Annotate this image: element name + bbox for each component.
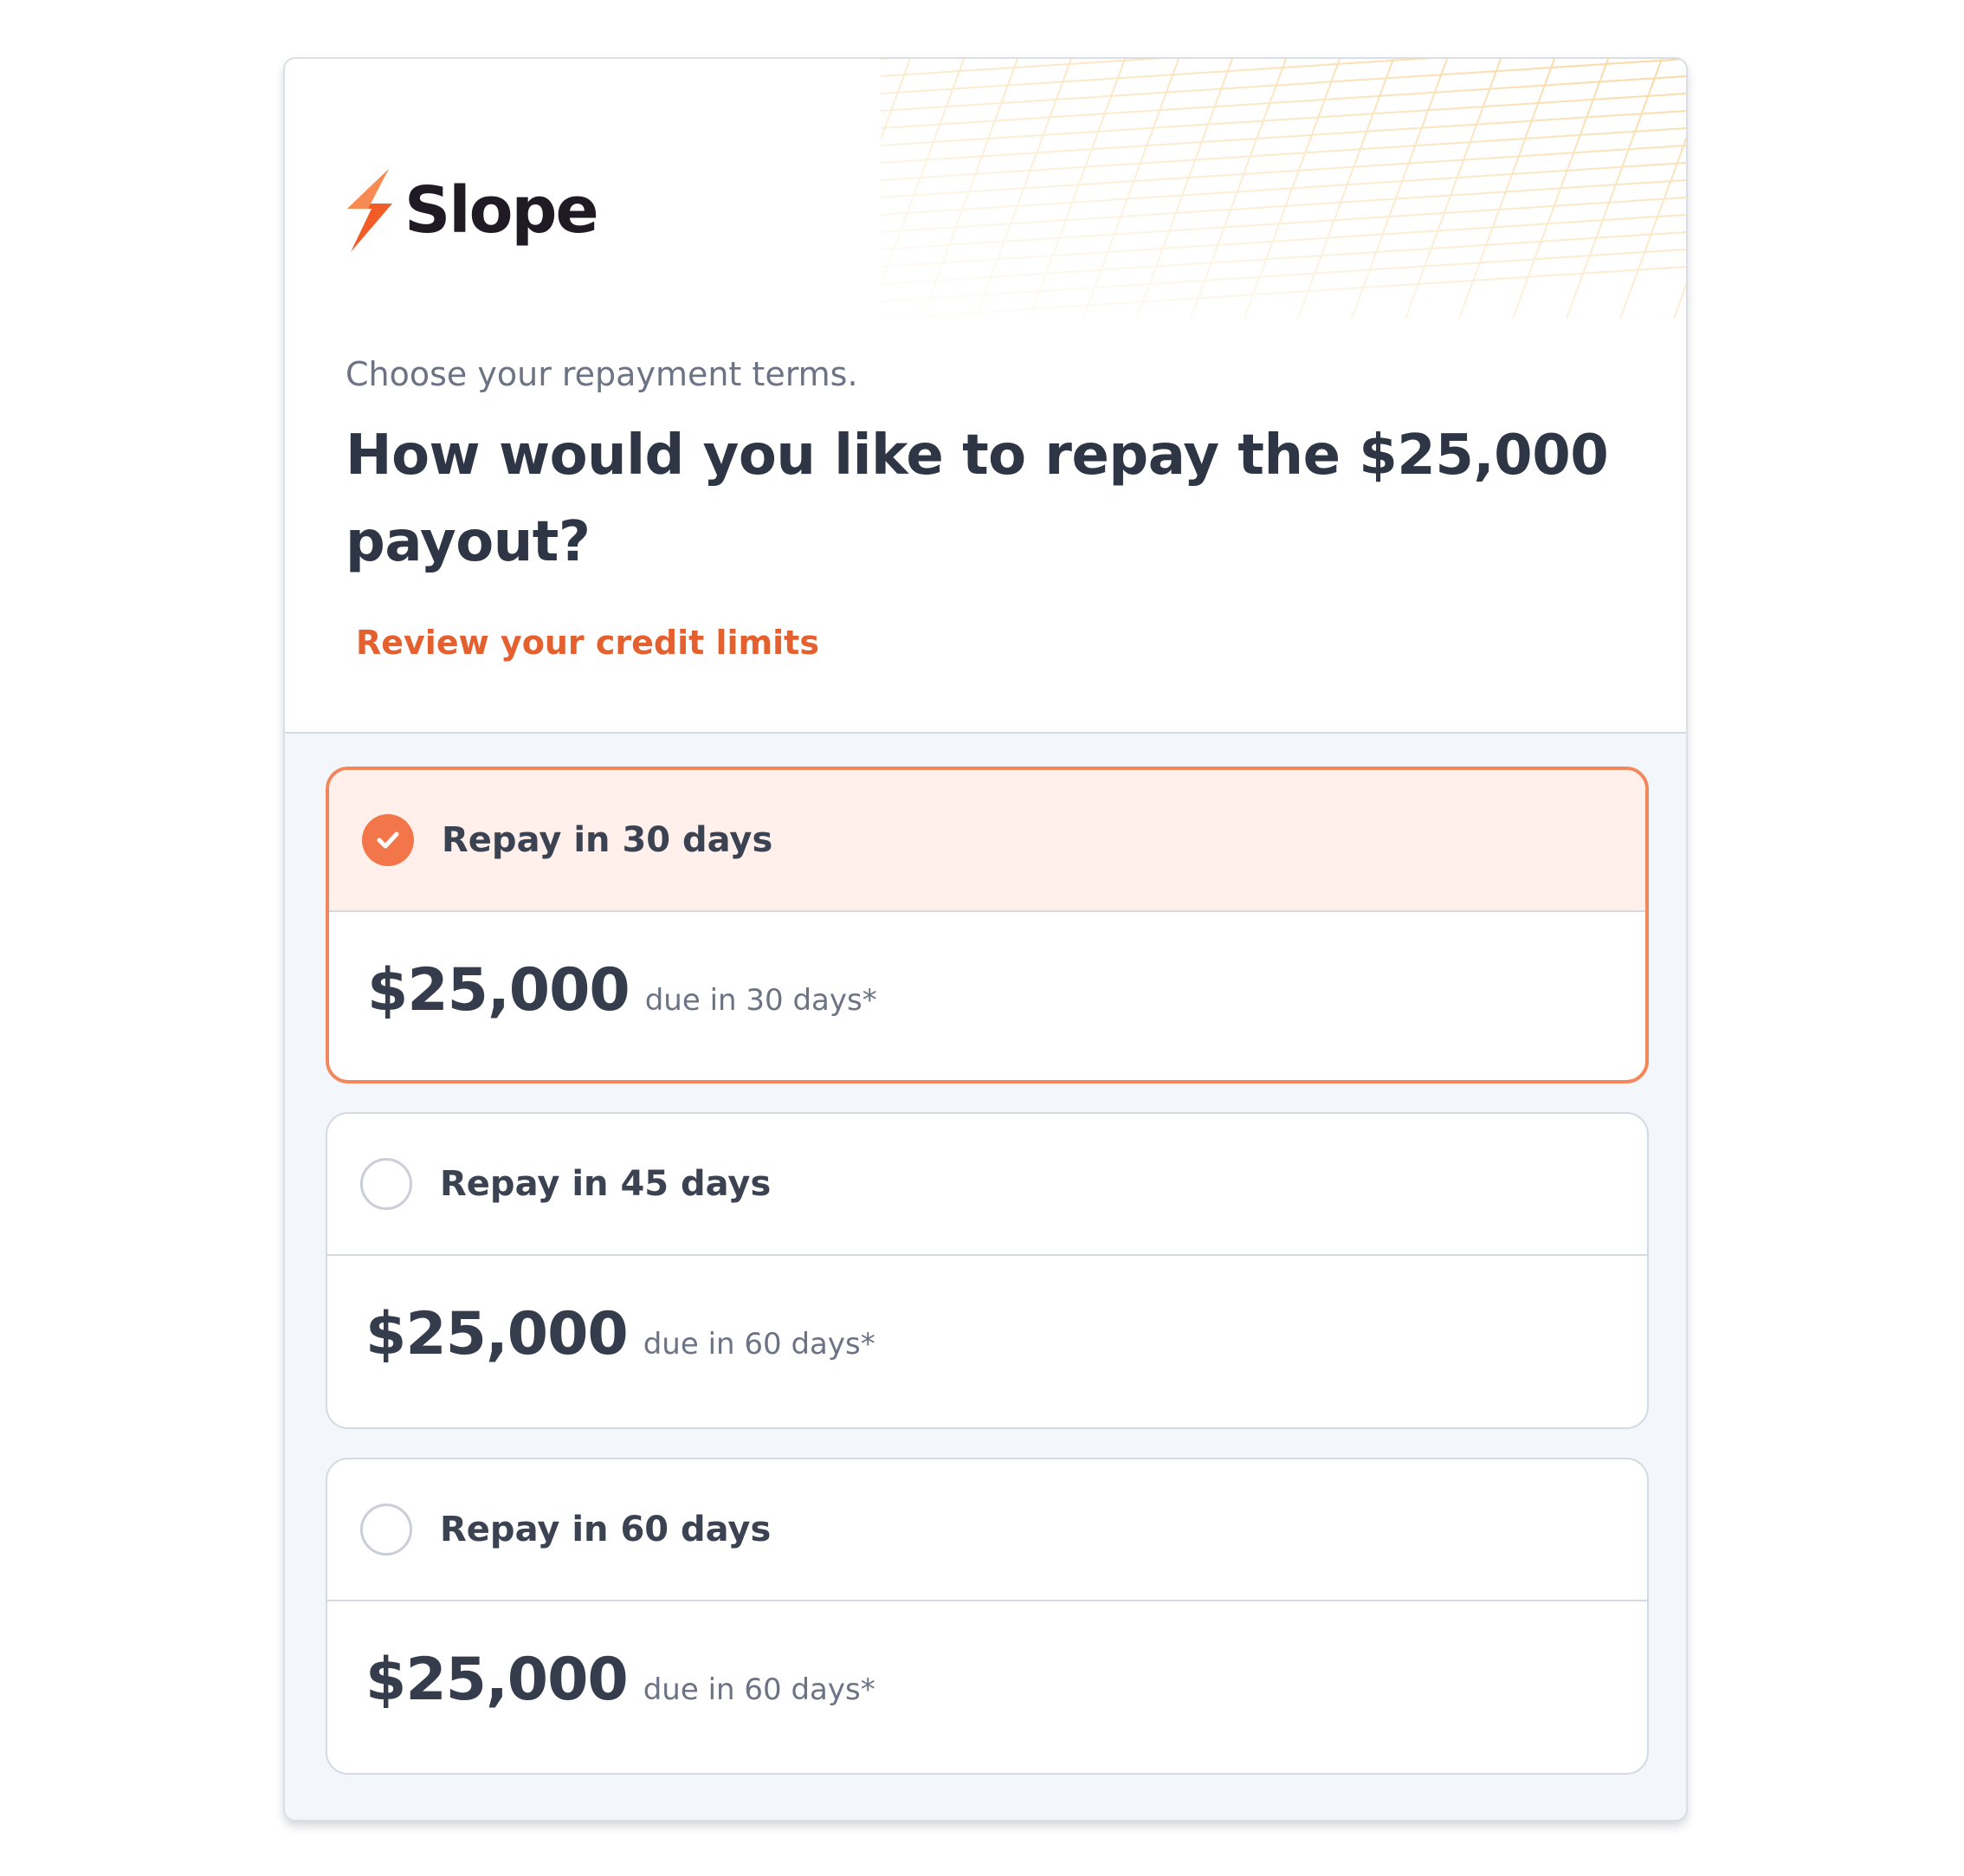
option-repay-60-days[interactable]: Repay in 60 days $25,000 due in 60 days* (326, 1458, 1649, 1775)
decorative-grid-pattern (881, 59, 1686, 319)
option-label: Repay in 30 days (442, 820, 773, 860)
option-details: $25,000 due in 60 days* (365, 1300, 875, 1368)
option-repay-45-days[interactable]: Repay in 45 days $25,000 due in 60 days* (326, 1112, 1649, 1429)
repayment-card: Slope Choose your repayment terms. How w… (283, 57, 1688, 1821)
option-repay-30-days[interactable]: Repay in 30 days $25,000 due in 30 days* (326, 767, 1649, 1084)
lightning-bolt-icon (347, 169, 392, 252)
slope-logo: Slope (346, 163, 599, 258)
option-header: Repay in 30 days (329, 770, 1645, 912)
option-header: Repay in 45 days (327, 1114, 1647, 1256)
brand-name: Slope (404, 173, 599, 248)
option-due-text: due in 60 days* (643, 1672, 875, 1707)
option-label: Repay in 60 days (440, 1510, 772, 1549)
checkmark-icon (377, 831, 399, 849)
page-subtitle: Choose your repayment terms. (346, 355, 858, 393)
option-details: $25,000 due in 30 days* (367, 956, 877, 1025)
radio-unchecked-icon[interactable] (360, 1158, 412, 1210)
option-header: Repay in 60 days (327, 1459, 1647, 1601)
option-due-text: due in 60 days* (643, 1327, 875, 1362)
option-due-text: due in 30 days* (644, 983, 877, 1018)
page-title: How would you like to repay the $25,000 … (346, 424, 1609, 574)
option-amount: $25,000 (367, 956, 630, 1025)
repayment-options-list: Repay in 30 days $25,000 due in 30 days*… (285, 734, 1686, 1820)
option-label: Repay in 45 days (440, 1164, 772, 1204)
radio-checked-icon[interactable] (362, 814, 414, 866)
radio-unchecked-icon[interactable] (360, 1504, 412, 1556)
card-header: Slope Choose your repayment terms. How w… (285, 59, 1686, 734)
option-amount: $25,000 (365, 1646, 629, 1714)
grid-pattern-lines (881, 59, 1686, 319)
option-details: $25,000 due in 60 days* (365, 1646, 875, 1714)
review-credit-limits-link[interactable]: Review your credit limits (356, 624, 819, 662)
option-amount: $25,000 (365, 1300, 629, 1368)
